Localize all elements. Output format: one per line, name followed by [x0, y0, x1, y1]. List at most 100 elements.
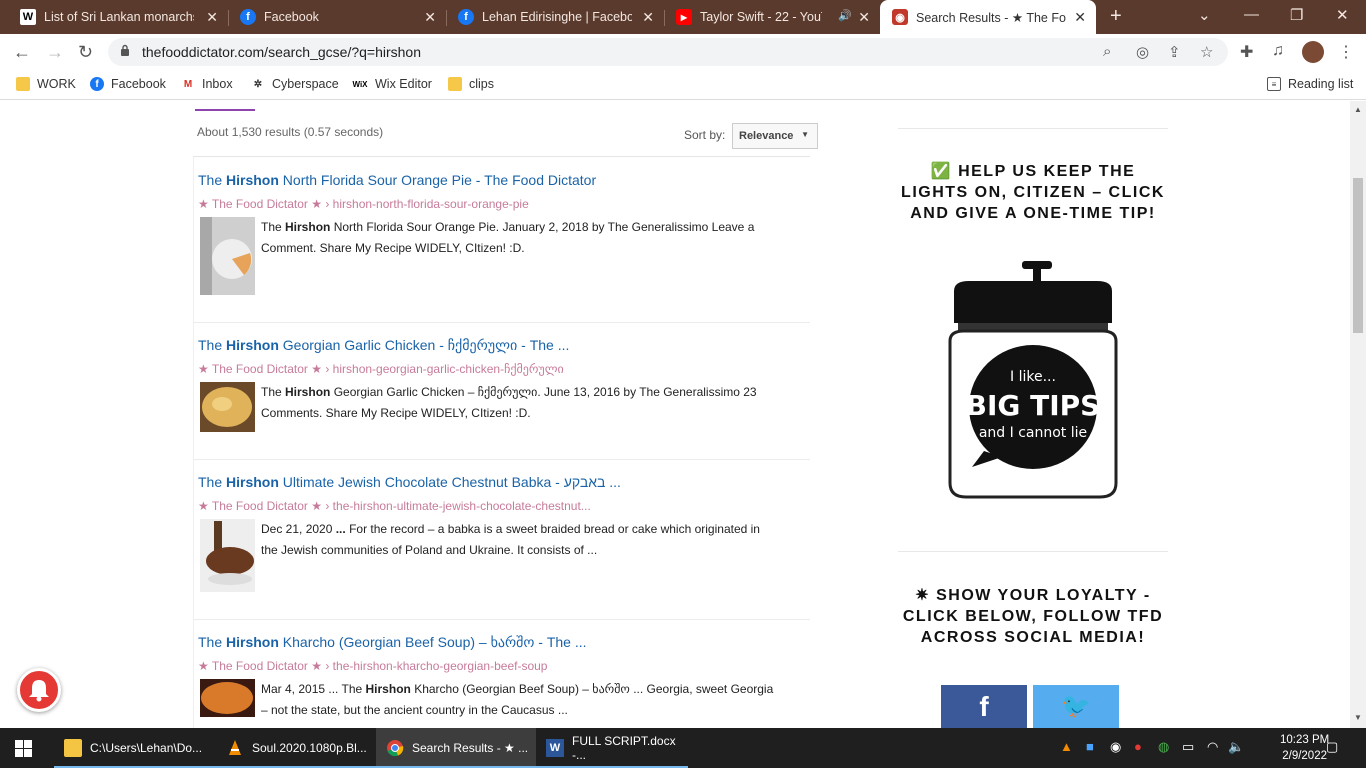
- tip-heading: ✅ HELP US KEEP THE LIGHTS ON, CITIZEN – …: [901, 163, 1165, 222]
- facebook-icon: f: [90, 77, 104, 91]
- avatar[interactable]: [1302, 41, 1324, 63]
- bell-icon: [29, 680, 49, 702]
- vlc-tray-icon[interactable]: ▲: [1060, 739, 1073, 754]
- result-url: ★ The Food Dictator ★ › hirshon-north-fl…: [198, 197, 529, 211]
- divider: [898, 551, 1168, 552]
- wikipedia-icon: W: [20, 9, 36, 25]
- new-tab-button[interactable]: +: [1110, 5, 1122, 28]
- food-dictator-icon: ◉: [892, 9, 908, 25]
- battery-icon[interactable]: ▭: [1182, 739, 1194, 755]
- folder-icon: [448, 77, 462, 91]
- bookmark-wix-editor[interactable]: WiX Wix Editor: [352, 77, 431, 91]
- utorrent-tray-icon[interactable]: ◍: [1158, 739, 1169, 755]
- menu-icon[interactable]: ⋮: [1338, 42, 1354, 62]
- sort-select[interactable]: Relevance ▼: [732, 123, 818, 149]
- close-icon[interactable]: ✕: [858, 9, 870, 26]
- extensions-icon[interactable]: ✚: [1240, 42, 1253, 62]
- bookmarks-bar: WORK f Facebook M Inbox ✲ Cyberspace WiX Wix…: [0, 70, 1366, 100]
- result-thumbnail[interactable]: [200, 519, 255, 592]
- folder-icon: [64, 739, 82, 757]
- media-control-icon[interactable]: ♫: [1272, 42, 1284, 60]
- result-thumbnail[interactable]: [200, 679, 255, 717]
- bookmark-work[interactable]: WORK: [16, 77, 76, 91]
- list-item: The Hirshon North Florida Sour Orange Pi…: [193, 157, 810, 323]
- page-content: About 1,530 results (0.57 seconds) Sort …: [0, 101, 1350, 728]
- scrollbar-thumb[interactable]: [1353, 178, 1363, 333]
- twitter-icon: 🐦: [1061, 693, 1091, 720]
- restore-icon[interactable]: ❐: [1290, 6, 1303, 24]
- bookmark-star-icon[interactable]: ☆: [1200, 43, 1213, 61]
- wifi-icon[interactable]: ◠: [1207, 739, 1218, 755]
- tab-search-dropdown-icon[interactable]: ⌄: [1198, 6, 1211, 24]
- taskbar-chrome[interactable]: Search Results - ★ ...: [376, 728, 536, 768]
- window-close-icon[interactable]: ✕: [1336, 6, 1349, 24]
- tab-title: Lehan Edirisinghe | Facebook: [482, 10, 632, 24]
- browser-toolbar: ← → ↻ thefooddictator.com/search_gcse/?q…: [0, 34, 1366, 70]
- bookmark-cyberspace[interactable]: ✲ Cyberspace: [251, 77, 339, 91]
- facebook-follow-button[interactable]: f: [941, 685, 1027, 728]
- forward-icon[interactable]: →: [46, 42, 64, 63]
- tab-title: Search Results - ★ The Food: [916, 10, 1066, 25]
- result-url: ★ The Food Dictator ★ › the-hirshon-ulti…: [198, 499, 591, 513]
- address-bar[interactable]: thefooddictator.com/search_gcse/?q=hirsh…: [108, 38, 1228, 66]
- bookmark-inbox[interactable]: M Inbox: [181, 77, 233, 91]
- close-icon[interactable]: ✕: [206, 9, 218, 26]
- tip-jar-image[interactable]: I like... BIG TIPS and I cannot lie: [944, 261, 1122, 501]
- taskbar-vlc[interactable]: Soul.2020.1080p.Bl...: [216, 728, 376, 768]
- tab-search-results[interactable]: ◉ Search Results - ★ The Food ✕: [880, 0, 1096, 34]
- result-title-link[interactable]: The Hirshon Georgian Garlic Chicken - ჩქ…: [198, 337, 569, 354]
- reload-icon[interactable]: ↻: [78, 42, 93, 63]
- lock-icon: [121, 44, 129, 56]
- zoom-search-icon[interactable]: ⌕: [1103, 43, 1111, 60]
- results-list: The Hirshon North Florida Sour Orange Pi…: [193, 156, 810, 728]
- eye-off-icon[interactable]: ◎: [1136, 43, 1149, 61]
- scroll-down-icon[interactable]: ▼: [1354, 713, 1362, 722]
- wix-icon: WiX: [352, 79, 368, 89]
- result-snippet: Mar 4, 2015 ... The Hirshon Kharcho (Geo…: [261, 682, 774, 717]
- taskbar-explorer[interactable]: C:\Users\Lehan\Do...: [54, 728, 216, 768]
- result-thumbnail[interactable]: [200, 217, 255, 295]
- result-title-link[interactable]: The Hirshon Ultimate Jewish Chocolate Ch…: [198, 474, 621, 490]
- loyalty-heading: ✷ SHOW YOUR LOYALTY - CLICK BELOW, FOLLO…: [902, 587, 1164, 646]
- close-icon[interactable]: ✕: [1074, 9, 1086, 26]
- notification-center-icon[interactable]: ▢: [1326, 739, 1338, 755]
- facebook-icon: f: [240, 9, 256, 25]
- folder-icon: [16, 77, 30, 91]
- minimize-icon[interactable]: —: [1244, 6, 1259, 23]
- jar-text: and I cannot lie: [979, 425, 1087, 441]
- notification-bell-button[interactable]: [17, 668, 61, 712]
- results-summary: About 1,530 results (0.57 seconds): [197, 125, 384, 139]
- tab-title: List of Sri Lankan monarchs -: [44, 10, 194, 24]
- system-clock[interactable]: 10:23 PM 2/9/2022: [1280, 732, 1329, 764]
- list-item: The Hirshon Kharcho (Georgian Beef Soup)…: [193, 620, 810, 728]
- reading-list-button[interactable]: ≡ Reading list: [1267, 77, 1353, 91]
- taskbar-word[interactable]: W FULL SCRIPT.docx -...: [536, 728, 688, 768]
- close-icon[interactable]: ✕: [424, 9, 436, 26]
- close-icon[interactable]: ✕: [642, 9, 654, 26]
- tab-lehan-facebook[interactable]: f Lehan Edirisinghe | Facebook ✕: [446, 0, 664, 34]
- app-tray-icon[interactable]: ■: [1086, 739, 1094, 754]
- facebook-icon: f: [979, 690, 989, 722]
- result-title-link[interactable]: The Hirshon North Florida Sour Orange Pi…: [198, 172, 596, 188]
- result-url: ★ The Food Dictator ★ › the-hirshon-khar…: [198, 659, 548, 673]
- chrome-icon: [386, 739, 404, 757]
- audio-playing-icon[interactable]: 🔊: [838, 9, 852, 22]
- tab-youtube[interactable]: ▶ Taylor Swift - 22 - YouTube 🔊 ✕: [664, 0, 880, 34]
- result-thumbnail[interactable]: [200, 382, 255, 432]
- list-item: The Hirshon Georgian Garlic Chicken - ჩქ…: [193, 323, 810, 460]
- windows-start-icon[interactable]: [15, 740, 32, 757]
- twitter-follow-button[interactable]: 🐦: [1033, 685, 1119, 728]
- scroll-up-icon[interactable]: ▲: [1354, 105, 1362, 114]
- url-text: thefooddictator.com/search_gcse/?q=hirsh…: [142, 44, 422, 60]
- security-tray-icon[interactable]: ◉: [1110, 739, 1121, 755]
- back-icon[interactable]: ←: [13, 42, 31, 63]
- result-title-link[interactable]: The Hirshon Kharcho (Georgian Beef Soup)…: [198, 634, 587, 651]
- share-icon[interactable]: ⇪: [1168, 43, 1181, 61]
- tab-facebook[interactable]: f Facebook ✕: [228, 0, 446, 34]
- volume-icon[interactable]: 🔈: [1228, 739, 1244, 755]
- page-scrollbar[interactable]: ▲ ▼: [1350, 101, 1366, 728]
- bookmark-clips[interactable]: clips: [448, 77, 494, 91]
- tray-app-icon[interactable]: ●: [1134, 739, 1142, 754]
- bookmark-facebook[interactable]: f Facebook: [90, 77, 166, 91]
- tab-wikipedia[interactable]: W List of Sri Lankan monarchs - ✕: [8, 0, 228, 34]
